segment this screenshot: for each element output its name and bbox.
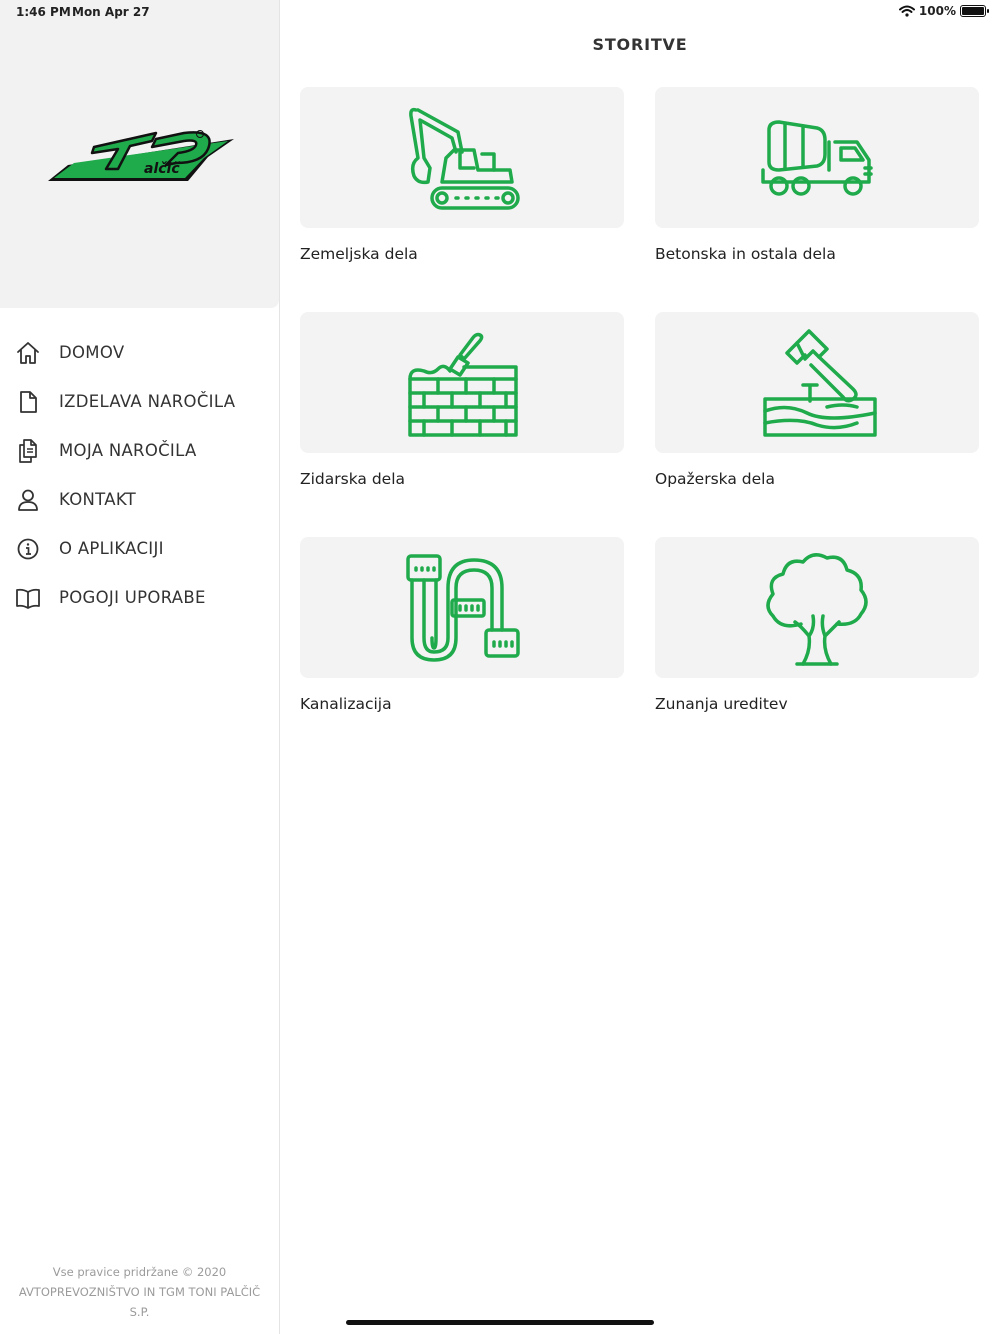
pipe-icon [406, 553, 520, 662]
service-label: Kanalizacija [300, 695, 392, 713]
sidebar-item-kontakt[interactable]: KONTAKT [0, 475, 279, 524]
company-name: AVTOPREVOZNIŠTVO IN TGM TONI PALČIČ S.P. [18, 1285, 261, 1319]
service-label: Zunanja ureditev [655, 695, 788, 713]
service-label: Betonska in ostala dela [655, 245, 836, 263]
service-zunanja-ureditev[interactable]: Zunanja ureditev [655, 537, 979, 713]
main-content: STORITVE Zemeljska dela Betonska in osta… [280, 0, 1000, 1334]
sidebar: alčič DOMOV IZDELAVA NAROČILA MOJA NAROČ… [0, 0, 280, 1334]
status-date: Mon Apr 27 [72, 5, 150, 19]
excavator-icon [409, 107, 520, 210]
document-icon [14, 388, 42, 416]
concrete-mixer-truck-icon [761, 119, 873, 196]
sidebar-item-domov[interactable]: DOMOV [0, 328, 279, 377]
sidebar-item-moja-narocila[interactable]: MOJA NAROČILA [0, 426, 279, 475]
service-kanalizacija[interactable]: Kanalizacija [300, 537, 624, 713]
sidebar-item-label: POGOJI UPORABE [59, 588, 206, 607]
service-card[interactable] [655, 87, 979, 228]
service-label: Opažerska dela [655, 470, 775, 488]
documents-icon [14, 437, 42, 465]
sidebar-item-label: DOMOV [59, 343, 125, 362]
service-zidarska-dela[interactable]: Zidarska dela [300, 312, 624, 488]
sidebar-menu: DOMOV IZDELAVA NAROČILA MOJA NAROČILA KO… [0, 328, 279, 622]
status-time: 1:46 PM [16, 5, 71, 19]
wifi-icon [898, 5, 915, 17]
service-card[interactable] [300, 312, 624, 453]
service-label: Zemeljska dela [300, 245, 418, 263]
sidebar-item-izdelava-narocila[interactable]: IZDELAVA NAROČILA [0, 377, 279, 426]
sidebar-item-label: KONTAKT [59, 490, 137, 509]
brick-wall-trowel-icon [408, 332, 518, 437]
sidebar-item-label: O APLIKACIJI [59, 539, 164, 558]
battery-percent: 100% [918, 4, 956, 18]
service-label: Zidarska dela [300, 470, 406, 488]
person-icon [14, 486, 42, 514]
sidebar-item-pogoji-uporabe[interactable]: POGOJI UPORABE [0, 573, 279, 622]
sidebar-item-label: MOJA NAROČILA [59, 441, 197, 460]
info-icon [14, 535, 42, 563]
tp-palcic-logo: alčič [48, 130, 234, 181]
status-indicators: 100% [898, 4, 989, 18]
service-card[interactable] [300, 87, 624, 228]
book-icon [14, 584, 42, 612]
sidebar-item-label: IZDELAVA NAROČILA [59, 392, 236, 411]
copyright-footer: Vse pravice pridržane © 2020 AVTOPREVOZN… [0, 1262, 279, 1322]
service-card[interactable] [300, 537, 624, 678]
status-bar: 1:46 PM Mon Apr 27 100% [0, 0, 1000, 24]
service-card[interactable] [655, 312, 979, 453]
home-icon [14, 339, 42, 367]
logo-panel: alčič [0, 0, 279, 308]
sidebar-item-o-aplikaciji[interactable]: O APLIKACIJI [0, 524, 279, 573]
service-card[interactable] [655, 537, 979, 678]
service-zemeljska-dela[interactable]: Zemeljska dela [300, 87, 624, 263]
tree-icon [766, 552, 868, 666]
copyright-line: Vse pravice pridržane © 2020 [52, 1265, 227, 1279]
svg-text:alčič: alčič [144, 161, 180, 177]
page-title: STORITVE [592, 35, 688, 54]
service-betonska-dela[interactable]: Betonska in ostala dela [655, 87, 979, 263]
battery-icon [960, 5, 989, 17]
home-indicator[interactable] [346, 1320, 654, 1325]
service-opazerska-dela[interactable]: Opažerska dela [655, 312, 979, 488]
hammer-wood-icon [763, 328, 877, 437]
